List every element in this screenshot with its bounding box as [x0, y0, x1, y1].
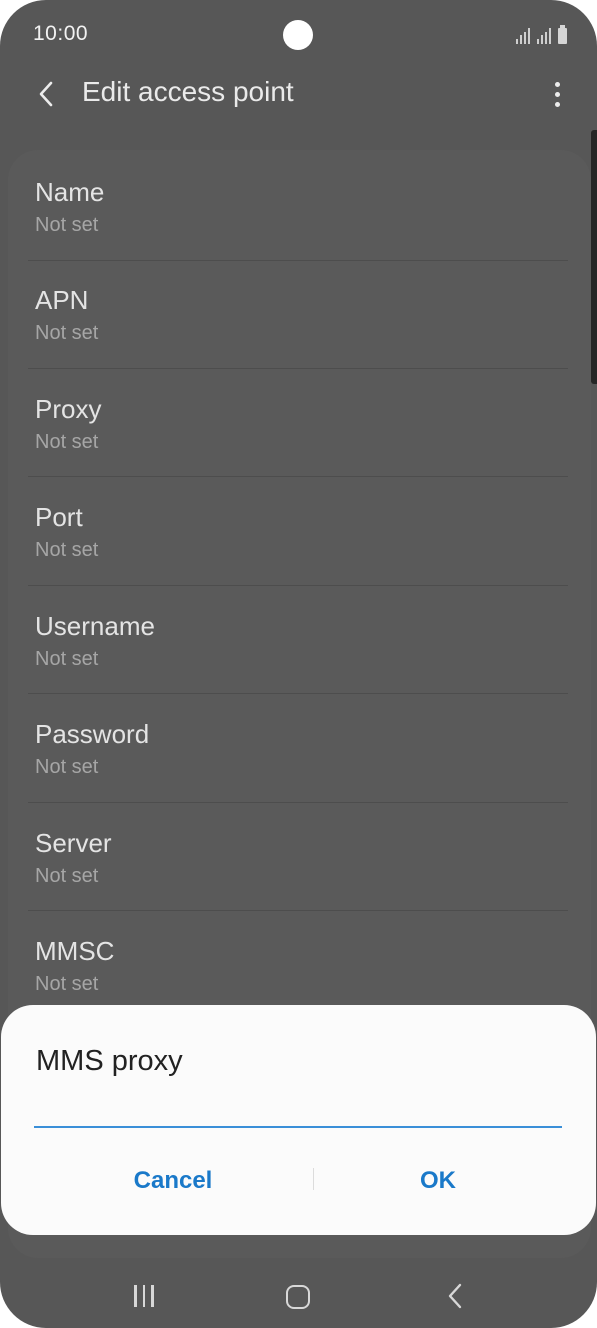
app-bar: Edit access point: [0, 70, 597, 118]
field-value: Not set: [35, 431, 99, 453]
signal-icon: [516, 28, 530, 44]
dialog-title: MMS proxy: [36, 1045, 183, 1077]
signal-icon: [537, 28, 551, 44]
field-value: Not set: [35, 973, 99, 995]
field-value: Not set: [35, 648, 99, 670]
more-options-button[interactable]: [547, 76, 567, 112]
field-server[interactable]: Server Not set: [28, 801, 568, 909]
field-label: MMSC: [35, 936, 115, 966]
home-icon: [286, 1285, 310, 1309]
cancel-button[interactable]: Cancel: [48, 1155, 298, 1207]
field-proxy[interactable]: Proxy Not set: [28, 367, 568, 475]
mms-proxy-input-wrapper: [34, 1090, 562, 1128]
field-value: Not set: [35, 756, 99, 778]
field-name[interactable]: Name Not set: [28, 150, 568, 258]
field-label: Name: [35, 177, 105, 207]
field-value: Not set: [35, 322, 99, 344]
status-time: 10:00: [33, 22, 89, 45]
field-value: Not set: [35, 539, 99, 561]
recents-button[interactable]: [126, 1278, 162, 1314]
scrollbar[interactable]: [591, 130, 597, 384]
field-label: Port: [35, 502, 83, 532]
status-bar: 10:00: [0, 0, 597, 70]
more-vertical-icon: [554, 81, 560, 87]
field-apn[interactable]: APN Not set: [28, 258, 568, 366]
back-button[interactable]: [28, 74, 64, 114]
field-mmsc[interactable]: MMSC Not set: [28, 909, 568, 1017]
home-button[interactable]: [280, 1279, 316, 1315]
field-username[interactable]: Username Not set: [28, 584, 568, 692]
field-label: Password: [35, 719, 150, 749]
back-icon: [448, 1283, 462, 1309]
front-camera-cutout: [283, 20, 313, 50]
field-value: Not set: [35, 865, 99, 887]
recents-icon: [134, 1285, 137, 1307]
field-password[interactable]: Password Not set: [28, 692, 568, 800]
page-title: Edit access point: [82, 76, 294, 107]
battery-icon: [558, 25, 567, 44]
field-label: APN: [35, 285, 89, 315]
chevron-left-icon: [39, 81, 53, 107]
navigation-bar: [0, 1258, 597, 1328]
status-icons: [516, 24, 567, 44]
ok-button[interactable]: OK: [313, 1155, 563, 1207]
field-label: Server: [35, 828, 112, 858]
phone-screen: 10:00 Edit access point Name Not set APN…: [0, 0, 597, 1328]
field-port[interactable]: Port Not set: [28, 475, 568, 583]
field-value: Not set: [35, 214, 99, 236]
nav-back-button[interactable]: [440, 1278, 470, 1314]
field-label: Proxy: [35, 394, 102, 424]
mms-proxy-input[interactable]: [34, 1090, 562, 1128]
field-label: Username: [35, 611, 155, 641]
